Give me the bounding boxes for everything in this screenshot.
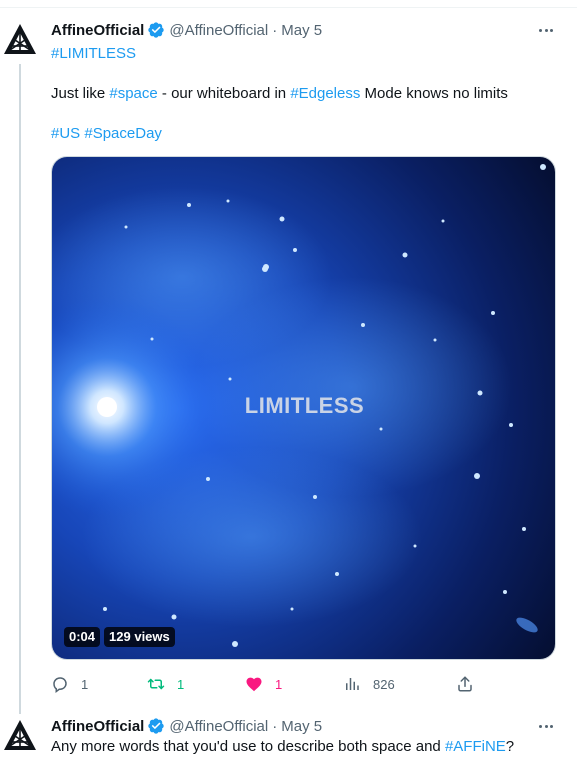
tweet-text: Any more words that you'd use to describ… [51,738,445,755]
reply-count: 1 [81,676,89,692]
timeline-top-divider [0,0,577,8]
video-player[interactable]: LIMITLESS 0:04 129 views [51,156,556,660]
hashtag-link[interactable]: #space [109,85,157,102]
tweet-text: Mode knows no limits [360,85,508,102]
tweet[interactable]: AffineOfficial @AffineOfficial · May 5 #… [0,8,577,714]
more-options-icon[interactable] [535,20,557,40]
tweet-text-line: #LIMITLESS [51,44,136,64]
retweet-count: 1 [177,676,185,692]
tweet-text: ? [505,738,515,755]
tweet[interactable]: AffineOfficial @AffineOfficial · May 5 A… [0,708,577,768]
tweet-action-bar: 1 1 1 826 [51,674,481,694]
video-views-badge: 129 views [104,627,175,647]
tweet-text-line: #US #SpaceDay [51,124,162,144]
tweet-text-line: Just like #space - our whiteboard in #Ed… [51,84,508,104]
tweet-timestamp[interactable]: May 5 [281,718,322,735]
hashtag-link[interactable]: #SpaceDay [84,125,162,142]
video-overlay-title: LIMITLESS [244,393,365,418]
retweet-icon [147,678,165,690]
like-count: 1 [275,676,283,692]
share-upload-icon [458,676,472,692]
hashtag-link[interactable]: #AFFiNE [445,738,506,755]
affine-logo-icon [4,720,36,750]
share-button[interactable] [456,674,474,694]
tweet-timestamp[interactable]: May 5 [281,22,322,39]
heart-filled-icon [246,677,262,692]
author-handle[interactable]: @AffineOfficial [169,718,268,735]
author-display-name[interactable]: AffineOfficial [51,718,144,735]
reply-icon [53,677,67,693]
header-separator: · [272,717,278,735]
tweet-text: Just like [51,85,110,102]
video-duration-badge: 0:04 [64,627,101,647]
avatar[interactable] [0,716,40,756]
tweet-header: AffineOfficial @AffineOfficial · May 5 [51,20,322,40]
hashtag-link[interactable]: #Edgeless [290,85,360,102]
video-badges: 0:04 129 views [64,627,175,647]
avatar[interactable] [0,20,40,60]
thread-connector-line [19,64,21,714]
author-display-name[interactable]: AffineOfficial [51,22,144,39]
more-options-icon[interactable] [535,716,557,736]
hashtag-link[interactable]: #US [51,125,80,142]
views-button[interactable]: 826 [343,674,395,694]
verified-badge-icon[interactable] [147,717,165,735]
view-count: 826 [373,676,395,692]
analytics-bars-icon [346,678,359,690]
tweet-text: - our whiteboard in [157,85,291,102]
affine-logo-icon [4,24,36,54]
hashtag-link[interactable]: #LIMITLESS [51,45,136,62]
author-handle[interactable]: @AffineOfficial [169,22,268,39]
tweet-text-line: Any more words that you'd use to describ… [51,737,514,757]
tweet-header: AffineOfficial @AffineOfficial · May 5 [51,716,322,736]
header-separator: · [272,21,278,39]
verified-badge-icon[interactable] [147,21,165,39]
reply-button[interactable]: 1 [51,674,88,694]
retweet-button[interactable]: 1 [147,674,184,694]
like-button[interactable]: 1 [245,674,282,694]
